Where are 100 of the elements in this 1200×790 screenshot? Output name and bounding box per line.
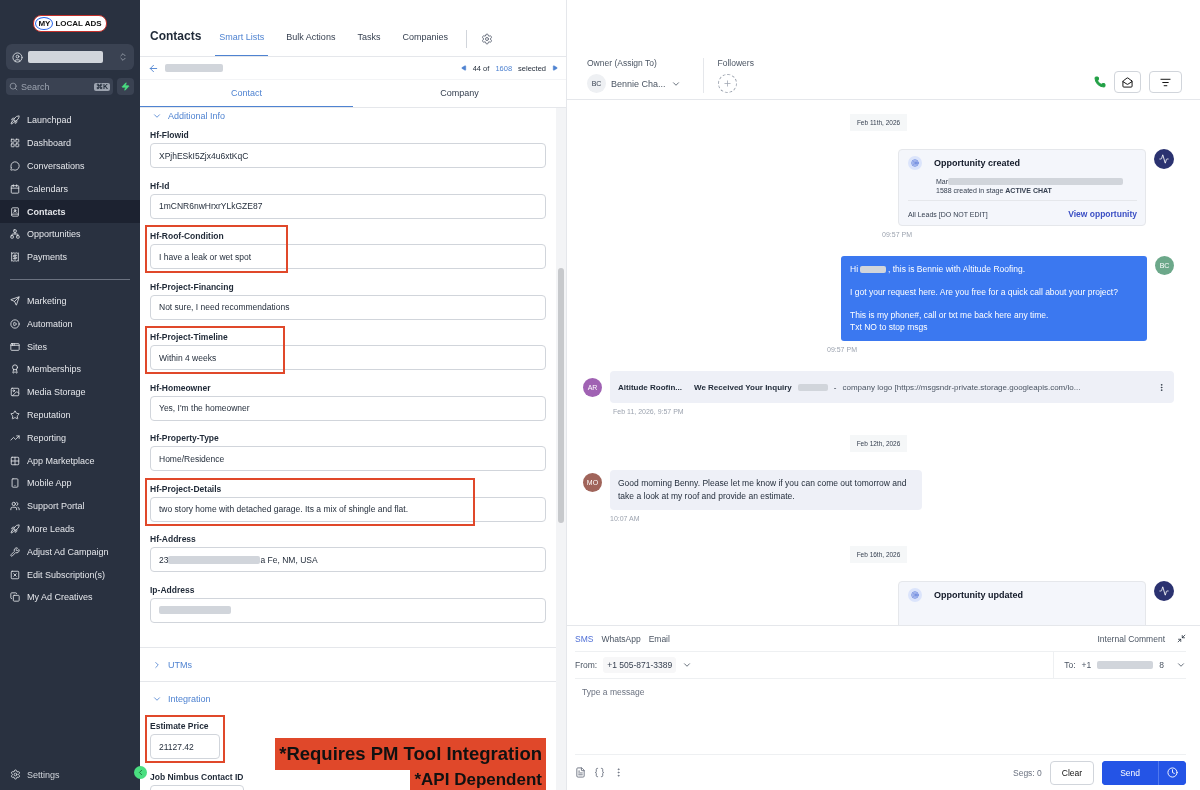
section-toggle[interactable]: Integration: [140, 681, 556, 715]
scrollbar-thumb[interactable]: [558, 268, 564, 523]
message-text: I got your request here. Are you free for a quick call about your project?: [850, 285, 1119, 299]
email-preview[interactable]: Altitude Roofin... We Received Your Inquiry - company logo [https://msgsndr-private.storage.googleapis.com/lo...: [610, 371, 1174, 403]
quick-action-button[interactable]: [117, 78, 134, 95]
channel-tab[interactable]: WhatsApp: [601, 633, 641, 644]
sidebar-item[interactable]: Edit Subscription(s): [0, 563, 140, 586]
field-label: Job Nimbus Contact ID: [150, 771, 244, 782]
detail-tab[interactable]: Company: [353, 80, 566, 107]
sidebar-item[interactable]: Launchpad: [0, 109, 140, 132]
pulse-icon: [1159, 154, 1169, 164]
redaction-block: [1097, 661, 1154, 669]
network-icon: [10, 229, 20, 240]
sidebar-item[interactable]: My Ad Creatives: [0, 585, 140, 609]
from-number[interactable]: +1 505-871-3389: [603, 657, 677, 673]
send-button[interactable]: Send: [1102, 760, 1159, 785]
field-label: Hf-Flowid: [150, 130, 189, 140]
sidebar-item[interactable]: Mobile App: [0, 471, 140, 495]
previous-icon[interactable]: [460, 65, 467, 71]
chevron-left-icon: [136, 768, 145, 777]
owner-label: Owner (Assign To): [587, 58, 658, 68]
lightning-icon: [121, 82, 130, 91]
sidebar-item[interactable]: Media Storage: [0, 380, 140, 404]
sidebar-item[interactable]: Conversations: [0, 154, 140, 178]
collapse-icon[interactable]: [1177, 634, 1186, 643]
account-switcher[interactable]: [6, 44, 134, 70]
sidebar-item[interactable]: Adjust Ad Campaign: [0, 540, 140, 564]
calendar-icon: [10, 183, 20, 194]
section-toggle[interactable]: UTMs: [140, 647, 556, 681]
sidebar-item[interactable]: Sites: [0, 335, 140, 358]
clear-button[interactable]: Clear: [1049, 760, 1095, 785]
chevron-down-icon[interactable]: [682, 660, 693, 670]
phone-icon[interactable]: [1094, 76, 1106, 88]
activity-title: Opportunity created: [934, 158, 1020, 168]
grid-icon: [10, 455, 20, 466]
email-snippet: company logo [https://msgsndr-private.storage.googleapis.com/lo...: [842, 382, 1081, 392]
view-opportunity-link[interactable]: View opportunity: [1068, 209, 1137, 219]
input-field[interactable]: 21127.42: [150, 734, 220, 759]
nav-tab[interactable]: Bulk Actions: [282, 32, 340, 56]
settings-icon: [10, 769, 21, 780]
field-label: Hf-Roof-Condition: [150, 231, 224, 241]
from-label: From:: [575, 660, 598, 670]
next-icon[interactable]: [552, 65, 558, 71]
sidebar-item[interactable]: Reputation: [0, 403, 140, 427]
section-toggle[interactable]: Additional Info: [140, 108, 556, 124]
settings-link[interactable]: Settings: [27, 769, 60, 780]
sidebar-item[interactable]: Calendars: [0, 177, 140, 201]
sidebar-item[interactable]: Dashboard: [0, 131, 140, 155]
sidebar-item[interactable]: Payments: [0, 245, 140, 269]
to-number-end: 8: [1159, 660, 1164, 670]
back-arrow-icon[interactable]: [148, 62, 159, 74]
sidebar-item[interactable]: Opportunities: [0, 223, 140, 246]
email-button[interactable]: [1114, 71, 1141, 93]
sidebar-item[interactable]: Automation: [0, 312, 140, 336]
image-icon: [10, 387, 20, 398]
chevron-down-icon[interactable]: [1176, 660, 1186, 670]
sidebar-item[interactable]: Memberships: [0, 357, 140, 381]
input-field[interactable]: Within 4 weeks: [150, 345, 546, 370]
message-text: This is my phone#, call or txt me back here any time. Txt NO to stop msgs: [850, 308, 1050, 334]
internal-comment-tab[interactable]: Internal Comment: [1097, 633, 1165, 644]
nav-tab[interactable]: Companies: [398, 32, 452, 56]
field-label: Estimate Price: [150, 721, 209, 731]
input-field[interactable]: [150, 597, 546, 623]
sidebar-item[interactable]: Reporting: [0, 426, 140, 450]
sidebar-item[interactable]: Contacts: [0, 200, 140, 223]
filter-button[interactable]: [1149, 71, 1182, 93]
nav-tab[interactable]: Smart Lists: [215, 32, 269, 56]
activity-title: Opportunity updated: [934, 589, 1023, 600]
nav-tab[interactable]: Tasks: [353, 32, 385, 56]
input-field[interactable]: two story home with detached garage. Its a mix of shingle and flat.: [150, 496, 546, 522]
target-icon: [911, 590, 919, 599]
sidebar-item[interactable]: Marketing: [0, 289, 140, 313]
input-field[interactable]: 23 a Fe, NM, USA: [150, 547, 546, 572]
redaction-block: [860, 265, 887, 273]
detail-tab[interactable]: Contact: [140, 80, 353, 107]
field-label: Hf-Id: [150, 180, 170, 191]
channel-tab[interactable]: Email: [648, 633, 670, 644]
trend-icon: [10, 432, 20, 443]
sidebar-item[interactable]: More Leads: [0, 517, 140, 541]
award-icon: [10, 364, 20, 375]
channel-tab[interactable]: SMS: [575, 633, 594, 644]
input-field[interactable]: I have a leak or wet spot: [150, 244, 546, 269]
settings-icon[interactable]: [480, 33, 493, 45]
more-icon[interactable]: [1157, 382, 1166, 392]
field-label: Hf-Project-Details: [150, 483, 222, 494]
document-icon[interactable]: [575, 767, 586, 778]
field-label: Hf-Property-Type: [150, 433, 219, 443]
input-field[interactable]: Home/Residence: [150, 446, 546, 471]
sidebar-item[interactable]: App Marketplace: [0, 449, 140, 472]
input-field[interactable]: XPjhESkI5Zjx4u6xtKqC: [150, 143, 546, 168]
inbound-message: Good morning Benny. Please let me know if you can come out tomorrow and take a look at my roof and provide an estimate.: [610, 470, 922, 510]
add-follower-button[interactable]: [717, 74, 737, 93]
redaction-block: [165, 64, 223, 72]
input-field[interactable]: 1mCNR6nwHrxrYLkGZE87: [150, 193, 546, 219]
input-field[interactable]: Yes, I'm the homeowner: [150, 395, 546, 421]
sidebar-item[interactable]: Support Portal: [0, 494, 140, 518]
braces-icon[interactable]: [594, 767, 605, 778]
filter-icon: [1160, 76, 1171, 88]
input-field[interactable]: Not sure, I need recommendations: [150, 294, 546, 320]
rocket-icon: [10, 115, 20, 126]
